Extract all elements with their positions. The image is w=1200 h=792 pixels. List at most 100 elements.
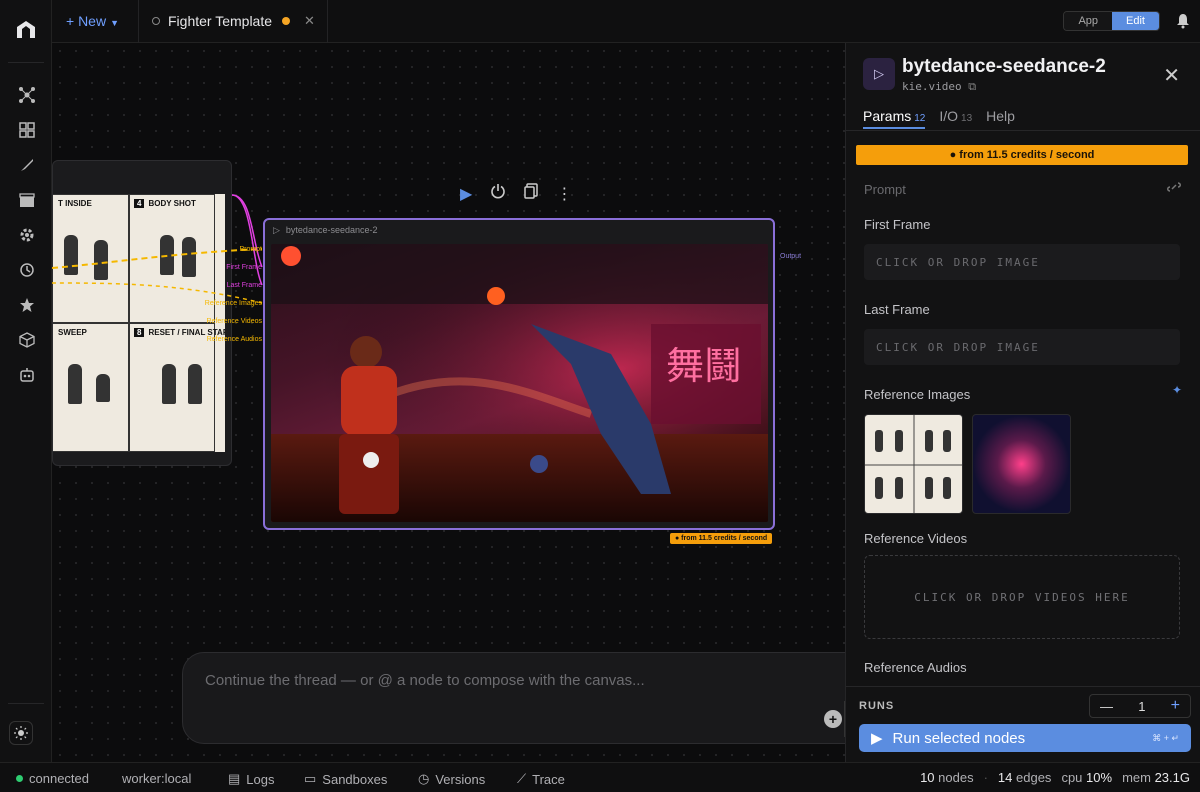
logs-icon: ▤ <box>228 771 241 786</box>
left-rail <box>0 0 52 762</box>
rail-divider <box>8 703 44 704</box>
inspector-panel: ▷ bytedance-seedance-2 kie.video ⧉ ✕ Par… <box>845 43 1200 762</box>
output-port[interactable]: Output <box>780 253 801 260</box>
port-first-frame[interactable]: First Frame <box>200 259 262 277</box>
chevron-down-icon: ▼ <box>110 18 119 28</box>
brush-icon[interactable] <box>16 154 38 176</box>
first-frame-dropzone[interactable]: CLICK OR DROP IMAGE <box>864 244 1180 280</box>
panel-subtitle: kie.video ⧉ <box>902 80 977 93</box>
notification-bell-icon[interactable] <box>1176 13 1190 32</box>
chat-composer[interactable]: Continue the thread — or @ a node to com… <box>182 652 845 744</box>
runs-stepper[interactable]: — 1 + <box>1089 694 1191 718</box>
trace-button[interactable]: ⟋ Trace <box>517 771 565 787</box>
increment-button[interactable]: + <box>1171 697 1180 715</box>
port-reference-audios[interactable]: Reference Audios <box>200 331 262 349</box>
node-title: bytedance-seedance-2 <box>285 225 378 235</box>
status-dot-icon <box>16 775 23 782</box>
input-ports: Prompt First Frame Last Frame Reference … <box>200 241 262 349</box>
reference-image-thumb[interactable] <box>864 414 963 514</box>
tab-fighter-template[interactable]: Fighter Template ✕ <box>152 13 315 29</box>
logs-button[interactable]: ▤ Logs <box>228 771 275 787</box>
divider <box>327 0 328 43</box>
tab-title: Fighter Template <box>168 13 273 29</box>
video-node[interactable]: ▷ bytedance-seedance-2 舞鬪 <box>263 218 775 530</box>
divider <box>138 0 139 43</box>
panel-tabs: Params 12 I/O 13 Help <box>863 108 1015 129</box>
play-icon[interactable]: ▶ <box>460 184 472 204</box>
versions-button[interactable]: ◷ Versions <box>418 771 485 787</box>
node-play-icon: ▷ <box>273 225 280 235</box>
video-model-icon: ▷ <box>863 58 895 90</box>
last-frame-dropzone[interactable]: CLICK OR DROP IMAGE <box>864 329 1180 365</box>
app-logo-icon[interactable] <box>14 18 38 42</box>
mem-stat: mem 23.1G <box>1122 770 1190 785</box>
play-icon: ▶ <box>871 730 883 747</box>
credit-tag: ● from 11.5 credits / second <box>670 533 773 544</box>
decrement-button[interactable]: — <box>1100 699 1113 714</box>
edges-stat: 14 edges <box>997 770 1052 785</box>
history-icon[interactable] <box>16 259 38 281</box>
reference-image-thumb[interactable] <box>972 414 1071 514</box>
runs-value[interactable]: 1 <box>1138 699 1145 714</box>
port-reference-images[interactable]: Reference Images <box>200 295 262 313</box>
port-prompt[interactable]: Prompt <box>200 241 262 259</box>
nodes-stat: 10 nodes <box>920 770 974 785</box>
add-attachment-icon[interactable]: + <box>824 710 842 728</box>
shortcut-hint: ⌘ + ↵ <box>1152 732 1179 743</box>
duplicate-icon[interactable] <box>524 183 539 204</box>
worker-status: worker:local <box>122 771 192 786</box>
unsaved-dot-icon <box>282 17 291 25</box>
credits-banner: ● from 11.5 credits / second <box>856 145 1188 165</box>
clapperboard-icon[interactable] <box>16 189 38 211</box>
prompt-label: Prompt <box>864 182 906 197</box>
top-bar: + New ▼ Fighter Template ✕ App Edit <box>52 0 1200 43</box>
panel-title: bytedance-seedance-2 <box>902 56 1106 77</box>
power-icon[interactable] <box>490 183 506 204</box>
run-selected-button[interactable]: ▶ Run selected nodes ⌘ + ↵ <box>859 724 1191 752</box>
history-icon: ◷ <box>418 771 430 786</box>
last-frame-label: Last Frame <box>864 302 930 317</box>
port-last-frame[interactable]: Last Frame <box>200 277 262 295</box>
theme-sun-icon[interactable] <box>9 721 33 745</box>
add-reference-icon[interactable]: ✦ <box>1172 383 1182 397</box>
stats: 10 nodes · 14 edges cpu 10% mem 23.1G <box>920 770 1190 785</box>
node-canvas[interactable]: T INSIDE 4 BODY SHOT SWEEP 8 RESET / FINAL… <box>52 43 845 762</box>
mode-edit-button[interactable]: Edit <box>1112 12 1159 30</box>
link-icon[interactable] <box>1166 181 1182 196</box>
monitor-icon: ▭ <box>304 771 317 786</box>
close-panel-icon[interactable]: ✕ <box>1163 63 1180 88</box>
grid-icon[interactable] <box>16 119 38 141</box>
runs-label: RUNS <box>859 700 895 712</box>
more-options-icon[interactable]: ⋮ <box>556 184 572 204</box>
mode-app-button[interactable]: App <box>1064 12 1113 30</box>
close-tab-icon[interactable]: ✕ <box>304 13 315 29</box>
sandboxes-button[interactable]: ▭ Sandboxes <box>304 771 387 787</box>
chat-input[interactable]: Continue the thread — or @ a node to com… <box>205 672 645 689</box>
graph-icon[interactable] <box>16 84 38 106</box>
connection-status: connected <box>16 771 89 786</box>
port-reference-videos[interactable]: Reference Videos <box>200 313 262 331</box>
first-frame-label: First Frame <box>864 217 931 232</box>
svg-text:舞鬪: 舞鬪 <box>666 344 742 388</box>
mode-toggle: App Edit <box>1063 11 1160 31</box>
divider <box>846 130 1200 131</box>
tab-io[interactable]: I/O 13 <box>939 108 972 129</box>
cube-icon[interactable] <box>16 329 38 351</box>
reference-videos-label: Reference Videos <box>864 531 968 546</box>
rail-divider <box>8 62 44 63</box>
robot-icon[interactable] <box>16 364 38 386</box>
run-controls: RUNS — 1 + ▶ Run selected nodes ⌘ + ↵ <box>846 686 1200 762</box>
run-button-label: Run selected nodes <box>892 729 1026 747</box>
trace-icon: ⟋ <box>517 771 527 786</box>
tab-help[interactable]: Help <box>986 108 1015 129</box>
status-bar: connected worker:local ▤ Logs ▭ Sandboxes … <box>0 762 1200 792</box>
star-icon[interactable] <box>16 294 38 316</box>
settings-gear-icon[interactable] <box>16 224 38 246</box>
node-toolbar: ▶ ⋮ <box>460 183 572 204</box>
video-preview: 舞鬪 <box>271 244 768 522</box>
new-button[interactable]: + New ▼ <box>66 13 119 29</box>
reference-videos-dropzone[interactable]: CLICK OR DROP VIDEOS HERE <box>864 555 1180 639</box>
tab-params[interactable]: Params 12 <box>863 108 926 129</box>
copy-icon[interactable]: ⧉ <box>968 80 976 93</box>
reference-images-label: Reference Images <box>864 387 971 402</box>
